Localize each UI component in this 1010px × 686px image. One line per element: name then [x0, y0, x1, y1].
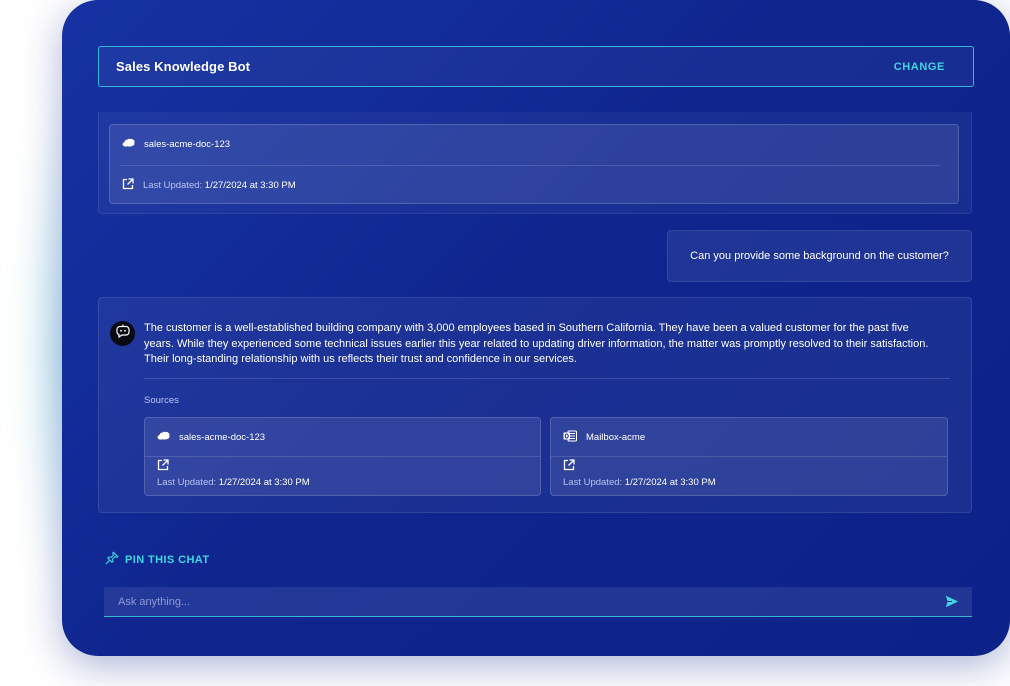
bot-avatar	[110, 321, 135, 346]
card-divider	[120, 165, 940, 166]
pin-chat-button[interactable]: PIN THIS CHAT	[105, 551, 209, 568]
salesforce-cloud-icon	[157, 431, 170, 443]
pin-chat-label: PIN THIS CHAT	[125, 553, 210, 566]
source-card[interactable]: Mailbox-acme Last Updated: 1/27/2024 at …	[550, 417, 948, 496]
external-link-icon[interactable]	[122, 178, 134, 193]
source-name: sales-acme-doc-123	[179, 431, 266, 443]
chat-window: Sales Knowledge Bot CHANGE sales-acme-do…	[62, 0, 1010, 656]
chat-input-bar	[104, 587, 972, 617]
outlook-icon	[563, 430, 578, 445]
user-message-text: Can you provide some background on the c…	[690, 250, 949, 262]
last-updated-value: 1/27/2024 at 3:30 PM	[218, 477, 310, 488]
robot-icon	[115, 324, 130, 343]
last-updated-label: Last Updated:	[563, 477, 623, 488]
source-name: sales-acme-doc-123	[144, 138, 231, 150]
send-icon[interactable]	[944, 594, 960, 610]
external-link-icon[interactable]	[563, 459, 716, 474]
bot-selector-header: Sales Knowledge Bot CHANGE	[98, 46, 974, 87]
ask-input[interactable]	[116, 594, 944, 609]
bot-name-title: Sales Knowledge Bot	[116, 59, 251, 74]
change-bot-button[interactable]: CHANGE	[894, 61, 945, 73]
last-updated-value: 1/27/2024 at 3:30 PM	[624, 477, 716, 488]
last-updated-label: Last Updated:	[157, 477, 217, 488]
pin-icon	[105, 551, 119, 568]
previous-bot-message: sales-acme-doc-123 Last Updated: 1/27/20…	[98, 112, 972, 214]
source-card[interactable]: sales-acme-doc-123 Last Updated: 1/27/20…	[109, 124, 959, 204]
message-divider	[144, 378, 950, 379]
user-message: Can you provide some background on the c…	[667, 230, 972, 282]
last-updated-label: Last Updated:	[143, 180, 203, 191]
salesforce-cloud-icon	[122, 138, 135, 150]
external-link-icon[interactable]	[157, 459, 310, 474]
source-name: Mailbox-acme	[586, 432, 646, 443]
last-updated-value: 1/27/2024 at 3:30 PM	[204, 180, 296, 191]
bot-message-text: The customer is a well-established build…	[144, 322, 929, 365]
sources-label: Sources	[144, 395, 179, 406]
source-card[interactable]: sales-acme-doc-123 Last Updated: 1/27/20…	[144, 417, 541, 496]
bot-message: The customer is a well-established build…	[98, 297, 972, 513]
